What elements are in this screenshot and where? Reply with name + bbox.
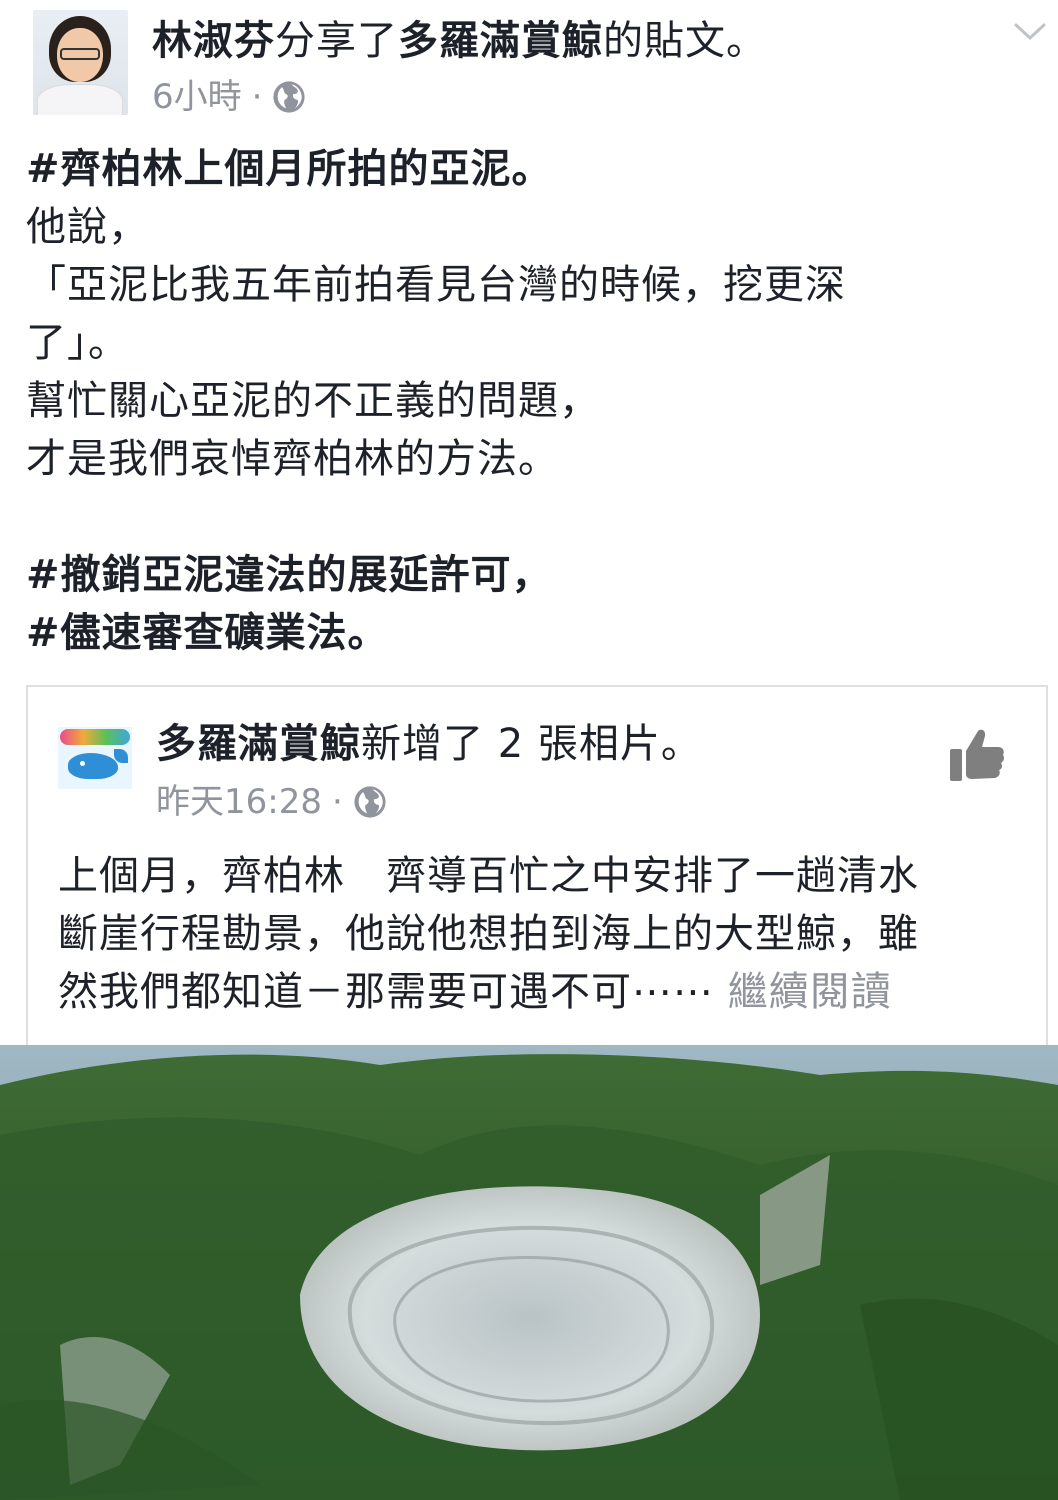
author-avatar[interactable]	[33, 10, 128, 115]
share-action-suffix: 的貼文。	[603, 18, 767, 64]
shared-post-title: 多羅滿賞鯨新增了 2 張相片。	[156, 717, 956, 771]
body-line: 幫忙關心亞泥的不正義的問題，	[26, 378, 600, 424]
shared-text-line: 上個月，齊柏林 齊導百忙之中安排了一趟清水	[58, 853, 919, 899]
hashtag-line[interactable]: #儘速審查礦業法。	[26, 604, 1036, 662]
body-line: 了」。	[26, 320, 129, 366]
author-name-link[interactable]: 林淑芬	[152, 18, 275, 64]
feed-post: 林淑芬分享了多羅滿賞鯨的貼文。 6小時 · #齊柏林上個月所拍的亞泥。 他說， …	[0, 0, 1058, 1500]
post-body: #齊柏林上個月所拍的亞泥。 他說， 「亞泥比我五年前拍看見台灣的時候，挖更深 了…	[26, 140, 1036, 662]
post-meta: 6小時 ·	[152, 72, 306, 122]
shared-post-timestamp[interactable]: 昨天16:28	[156, 777, 322, 827]
shared-text-line: 斷崖行程勘景，他說他想拍到海上的大型鯨，雖	[58, 911, 919, 957]
meta-separator: ·	[331, 782, 343, 822]
post-timestamp[interactable]: 6小時	[152, 72, 242, 122]
shared-post-text: 上個月，齊柏林 齊導百忙之中安排了一趟清水 斷崖行程勘景，他說他想拍到海上的大型…	[58, 847, 1028, 1021]
shared-page-link[interactable]: 多羅滿賞鯨	[398, 18, 603, 64]
quarry-aerial-photo[interactable]	[0, 1045, 1058, 1500]
page-logo[interactable]	[58, 727, 132, 789]
page-name-link[interactable]: 多羅滿賞鯨	[156, 721, 361, 767]
thumbs-up-icon[interactable]	[948, 727, 1006, 783]
post-header-title: 林淑芬分享了多羅滿賞鯨的貼文。	[152, 14, 952, 68]
body-line: 才是我們哀悼齊柏林的方法。	[26, 436, 559, 482]
hashtag-line[interactable]: #齊柏林上個月所拍的亞泥。	[26, 140, 1036, 198]
body-line: 他說，	[26, 204, 149, 250]
share-action-text: 分享了	[275, 18, 398, 64]
globe-icon[interactable]	[353, 785, 387, 819]
shared-post-meta: 昨天16:28 ·	[156, 777, 387, 827]
body-line: 「亞泥比我五年前拍看見台灣的時候，挖更深	[26, 262, 846, 308]
meta-separator: ·	[251, 77, 263, 117]
globe-icon[interactable]	[272, 80, 306, 114]
shared-post-action: 新增了 2 張相片。	[361, 721, 702, 767]
see-more-link[interactable]: 繼續閱讀	[728, 969, 892, 1015]
shared-text-line: 然我們都知道－那需要可遇不可⋯⋯	[58, 969, 714, 1015]
hashtag-line[interactable]: #撤銷亞泥違法的展延許可，	[26, 546, 1036, 604]
chevron-down-icon[interactable]	[1012, 20, 1048, 44]
